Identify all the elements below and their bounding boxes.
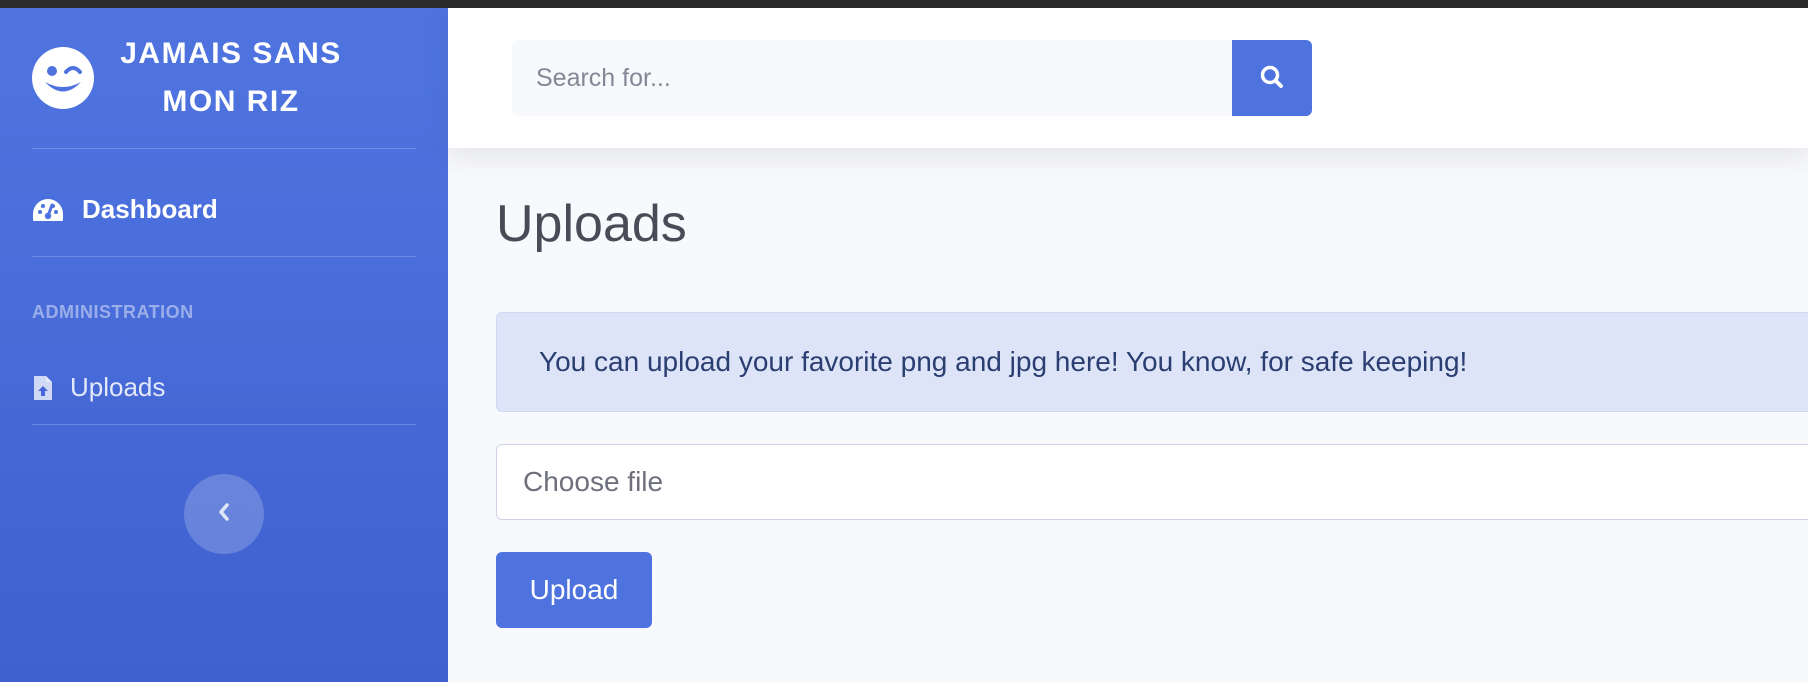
topbar (448, 8, 1808, 148)
sidebar-divider (32, 256, 416, 257)
brand-line-2: MON RIZ (162, 85, 300, 118)
chevron-left-icon (217, 502, 231, 527)
sidebar-item-uploads[interactable]: Uploads (32, 372, 165, 403)
file-chooser-input[interactable]: Choose file (496, 444, 1808, 520)
sidebar: JAMAIS SANS MON RIZ Dashboard ADMINISTRA… (0, 8, 448, 682)
sidebar-item-label: Uploads (70, 372, 166, 402)
page-title: Uploads (496, 195, 687, 253)
search-input[interactable] (512, 40, 1232, 116)
grin-wink-icon (30, 45, 96, 111)
main-content: Uploads You can upload your favorite png… (448, 8, 1808, 682)
alert-text: You can upload your favorite png and jpg… (539, 346, 1468, 377)
sidebar-brand[interactable]: JAMAIS SANS MON RIZ (0, 8, 448, 148)
brand-name: JAMAIS SANS MON RIZ (96, 30, 366, 126)
file-chooser-label: Choose file (523, 466, 664, 497)
sidebar-divider (32, 424, 416, 425)
file-upload-icon (32, 374, 54, 402)
search-icon (1259, 64, 1285, 93)
upload-button[interactable]: Upload (496, 552, 652, 628)
search-button[interactable] (1232, 40, 1312, 116)
info-alert: You can upload your favorite png and jpg… (496, 312, 1808, 412)
brand-line-1: JAMAIS SANS (120, 37, 342, 70)
search-bar (512, 40, 1312, 116)
sidebar-item-label: Dashboard (82, 194, 218, 224)
sidebar-heading-administration: ADMINISTRATION (32, 302, 194, 322)
sidebar-divider (32, 148, 416, 149)
tachometer-icon (32, 196, 64, 224)
sidebar-item-dashboard[interactable]: Dashboard (32, 194, 218, 225)
sidebar-toggle-button[interactable] (184, 474, 264, 554)
app-window: JAMAIS SANS MON RIZ Dashboard ADMINISTRA… (0, 8, 1808, 682)
